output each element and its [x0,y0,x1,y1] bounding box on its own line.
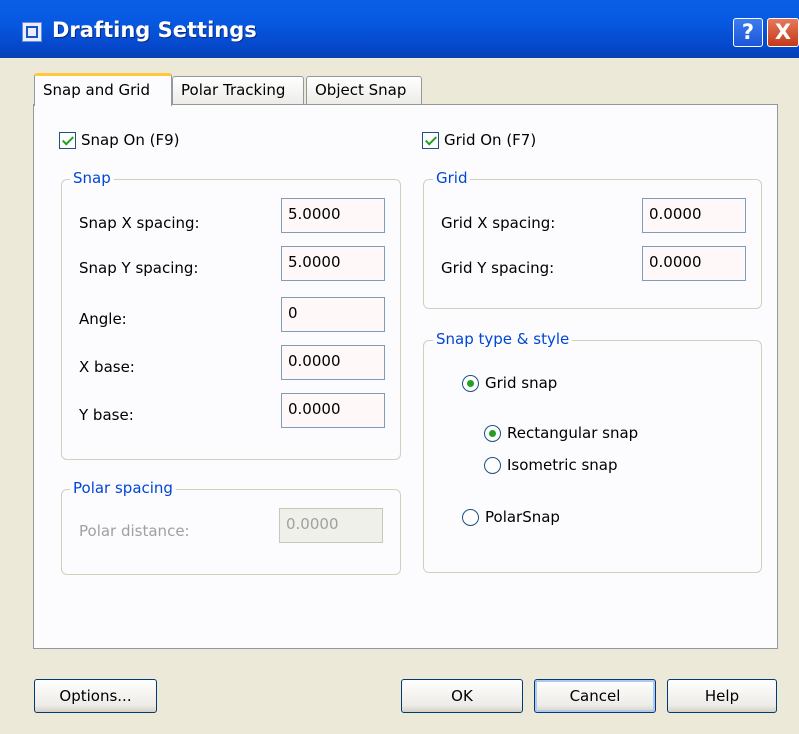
x-base-input[interactable]: 0.0000 [281,345,385,380]
polar-distance-input[interactable]: 0.0000 [279,508,383,543]
snap-y-spacing-label: Snap Y spacing: [79,259,199,277]
tab-object-snap[interactable]: Object Snap [306,76,422,105]
x-base-label: X base: [79,358,135,376]
grid-on-label[interactable]: Grid On (F7) [444,131,536,149]
close-button[interactable]: X [767,18,799,47]
help-title-button[interactable]: ? [733,18,763,47]
isometric-snap-radio[interactable] [484,457,501,474]
grid-y-spacing-input[interactable]: 0.0000 [642,246,746,281]
y-base-label: Y base: [79,406,134,424]
polarsnap-radio[interactable] [462,509,479,526]
grid-x-spacing-label: Grid X spacing: [441,214,556,232]
grid-on-checkbox[interactable] [422,132,439,149]
snap-type-legend: Snap type & style [433,330,573,348]
angle-label: Angle: [79,310,127,328]
grid-snap-label[interactable]: Grid snap [485,374,557,392]
polar-distance-label: Polar distance: [79,522,190,540]
isometric-snap-label[interactable]: Isometric snap [507,456,618,474]
grid-snap-radio[interactable] [462,375,479,392]
rectangular-snap-radio[interactable] [484,425,501,442]
snap-on-checkbox[interactable] [59,132,76,149]
help-button[interactable]: Help [667,679,777,713]
cancel-button[interactable]: Cancel [534,679,656,713]
tab-polar-tracking[interactable]: Polar Tracking [172,76,304,105]
options-button[interactable]: Options... [34,679,157,713]
drafting-settings-icon [22,22,42,42]
title-bar[interactable]: Drafting Settings ? X [0,0,799,58]
snap-y-spacing-input[interactable]: 5.0000 [281,246,385,281]
snap-on-label[interactable]: Snap On (F9) [81,131,179,149]
grid-x-spacing-input[interactable]: 0.0000 [642,198,746,233]
snap-legend: Snap [70,169,114,187]
grid-legend: Grid [433,169,471,187]
snap-x-spacing-label: Snap X spacing: [79,214,200,232]
angle-input[interactable]: 0 [281,297,385,332]
polarsnap-label[interactable]: PolarSnap [485,508,560,526]
window-title: Drafting Settings [52,18,257,42]
grid-y-spacing-label: Grid Y spacing: [441,259,555,277]
tab-snap-and-grid[interactable]: Snap and Grid [34,73,172,106]
ok-button[interactable]: OK [401,679,523,713]
polar-spacing-legend: Polar spacing [70,479,176,497]
rectangular-snap-label[interactable]: Rectangular snap [507,424,638,442]
snap-x-spacing-input[interactable]: 5.0000 [281,198,385,233]
y-base-input[interactable]: 0.0000 [281,393,385,428]
